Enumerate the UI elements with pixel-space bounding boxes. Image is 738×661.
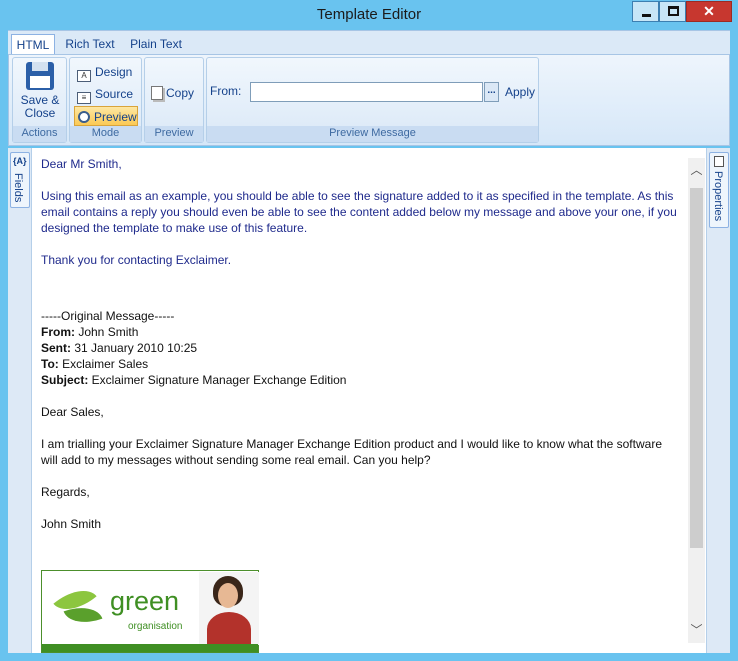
signature-banner: green organisation (41, 570, 259, 653)
design-label: Design (95, 65, 133, 79)
fields-rail: {A} Fields (8, 148, 32, 653)
preview-message-group-label: Preview Message (207, 126, 538, 142)
source-icon: ≡ (77, 92, 91, 104)
maximize-icon (668, 6, 679, 16)
person-photo (199, 572, 259, 646)
maximize-button[interactable] (659, 1, 686, 22)
magnifier-icon (78, 111, 90, 123)
signature-bar (42, 644, 258, 652)
save-icon (26, 62, 54, 90)
subject-field-label: Subject: (41, 373, 89, 387)
ribbon: Save & Close Actions A Design ≡ Source Pre… (8, 54, 730, 146)
fields-icon: {A} (13, 156, 27, 166)
original-regards: Regards, (41, 485, 90, 499)
close-button[interactable]: ✕ (686, 1, 732, 22)
scroll-thumb[interactable] (690, 188, 703, 548)
preview-group: Copy Preview (144, 57, 204, 143)
original-signoff: John Smith (41, 517, 102, 531)
to-field-label: To: (41, 357, 59, 371)
original-message-header: -----Original Message----- From: John Sm… (41, 308, 681, 388)
title-bar: Template Editor ✕ (0, 0, 738, 30)
actions-group-label: Actions (13, 126, 66, 142)
design-mode-button[interactable]: A Design (74, 62, 138, 82)
save-close-button[interactable]: Save & Close (15, 62, 65, 126)
tab-rich-text[interactable]: Rich Text (60, 34, 120, 54)
message-preview: Dear Mr Smith, Using this email as an ex… (41, 156, 681, 653)
signature-tagline: organisation (128, 621, 183, 632)
message-paragraph: Using this email as an example, you shou… (41, 189, 677, 235)
preview-mode-label: Preview (94, 110, 137, 124)
properties-panel-tab[interactable]: Properties (709, 152, 729, 228)
properties-rail: Properties (706, 148, 730, 653)
message-greeting: Dear Mr Smith, (41, 157, 122, 171)
original-sent-line: Sent: 31 January 2010 10:25 (41, 340, 681, 356)
from-input[interactable] (250, 82, 483, 102)
scroll-down-icon[interactable]: ﹀ (688, 622, 705, 639)
fields-panel-tab[interactable]: {A} Fields (10, 152, 30, 208)
apply-button[interactable]: Apply (505, 85, 535, 99)
minimize-icon (642, 14, 651, 17)
subject-field-value: Exclaimer Signature Manager Exchange Edi… (88, 373, 347, 387)
save-label-line2: Close (24, 106, 56, 120)
preview-pane: {A} Fields Dear Mr Smith, Using this ema… (8, 148, 730, 653)
sent-field-value: 31 January 2010 10:25 (71, 341, 198, 355)
scroll-up-icon[interactable]: ︿ (688, 162, 705, 179)
minimize-button[interactable] (632, 1, 659, 22)
template-editor-window: Template Editor ✕ HTML Rich Text Plain T… (0, 0, 738, 661)
message-thanks: Thank you for contacting Exclaimer. (41, 253, 232, 267)
source-mode-button[interactable]: ≡ Source (74, 84, 138, 104)
mode-group: A Design ≡ Source Preview Mode (69, 57, 142, 143)
copy-button[interactable]: Copy (151, 86, 194, 100)
design-icon: A (77, 70, 91, 82)
preview-message-group: From: ... Apply Preview Message (206, 57, 539, 143)
fields-label: Fields (12, 173, 24, 203)
close-icon: ✕ (703, 3, 715, 19)
format-tabs: HTML Rich Text Plain Text (8, 30, 730, 54)
window-title: Template Editor (316, 6, 422, 23)
from-label: From: (210, 84, 242, 98)
from-field-value: John Smith (75, 325, 139, 339)
tab-plain-text[interactable]: Plain Text (125, 34, 187, 54)
preview-mode-button[interactable]: Preview (74, 106, 138, 126)
tab-html[interactable]: HTML (11, 34, 55, 54)
mode-group-label: Mode (70, 126, 141, 142)
source-label: Source (95, 87, 134, 101)
original-subject-line: Subject: Exclaimer Signature Manager Exc… (41, 372, 681, 388)
copy-label: Copy (166, 86, 195, 100)
vertical-scrollbar[interactable]: ︿ ﹀ (688, 158, 705, 643)
properties-icon (714, 156, 724, 167)
original-message-divider: -----Original Message----- (41, 309, 175, 323)
sent-field-label: Sent: (41, 341, 71, 355)
original-greeting: Dear Sales, (41, 405, 104, 419)
actions-group: Save & Close Actions (12, 57, 67, 143)
copy-icon (151, 86, 163, 100)
properties-label: Properties (712, 171, 724, 222)
preview-group-label: Preview (145, 126, 203, 142)
to-field-value: Exclaimer Sales (58, 357, 149, 371)
browse-button[interactable]: ... (484, 82, 499, 102)
from-field-label: From: (41, 325, 75, 339)
original-to-line: To: Exclaimer Sales (41, 356, 681, 372)
signature-brand: green (110, 586, 180, 616)
original-paragraph: I am trialling your Exclaimer Signature … (41, 437, 662, 467)
original-from-line: From: John Smith (41, 324, 681, 340)
